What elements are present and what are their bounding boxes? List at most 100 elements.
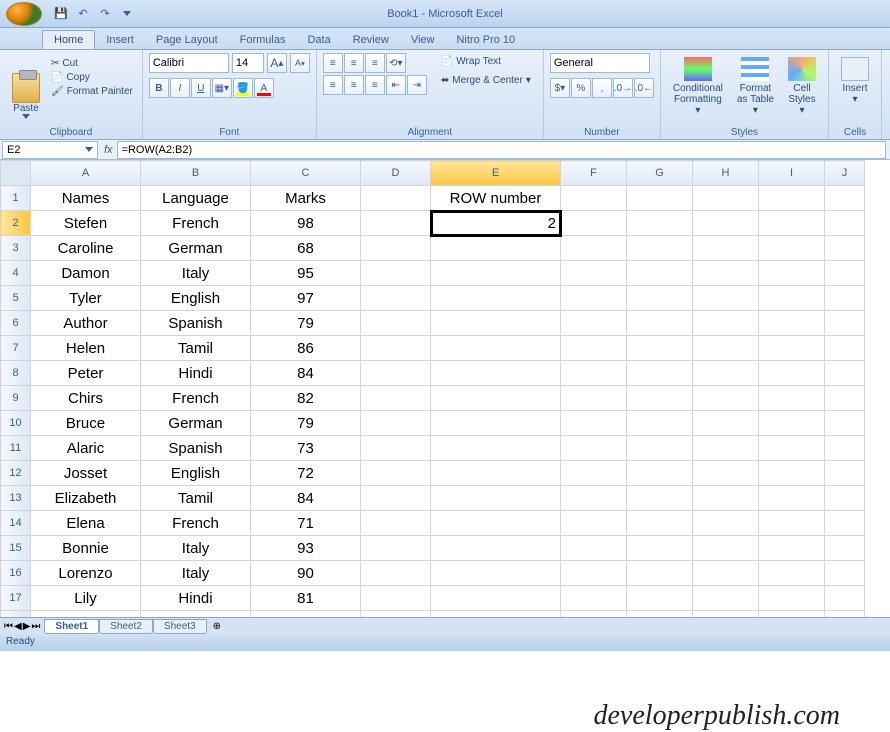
cell-F16[interactable] [561, 561, 627, 586]
conditional-formatting-button[interactable]: Conditional Formatting▾ [667, 53, 729, 138]
cell-J6[interactable] [825, 311, 865, 336]
cell-G8[interactable] [627, 361, 693, 386]
cell-D11[interactable] [361, 436, 431, 461]
cell-E16[interactable] [431, 561, 561, 586]
cell-A15[interactable]: Bonnie [31, 536, 141, 561]
cell-C1[interactable]: Marks [251, 186, 361, 211]
cell-D10[interactable] [361, 411, 431, 436]
cell-G5[interactable] [627, 286, 693, 311]
format-painter-button[interactable]: 🖌 Format Painter [48, 85, 136, 98]
tab-home[interactable]: Home [42, 30, 95, 49]
next-sheet-button[interactable]: ▶ [23, 621, 31, 632]
cell-C2[interactable]: 98 [251, 211, 361, 236]
new-sheet-button[interactable]: ⊕ [207, 621, 227, 632]
sheet-tab-sheet1[interactable]: Sheet1 [44, 619, 99, 634]
cell-J10[interactable] [825, 411, 865, 436]
cell-C12[interactable]: 72 [251, 461, 361, 486]
column-header-J[interactable]: J [825, 161, 865, 186]
cell-C11[interactable]: 73 [251, 436, 361, 461]
align-left-button[interactable]: ≡ [323, 75, 343, 95]
cell-C14[interactable]: 71 [251, 511, 361, 536]
cell-F2[interactable] [561, 211, 627, 236]
tab-nitro-pro-10[interactable]: Nitro Pro 10 [445, 31, 526, 49]
cell-J5[interactable] [825, 286, 865, 311]
row-header-13[interactable]: 13 [1, 486, 31, 511]
cell-E5[interactable] [431, 286, 561, 311]
bold-button[interactable]: B [149, 78, 169, 98]
cell-H8[interactable] [693, 361, 759, 386]
cell-B10[interactable]: German [141, 411, 251, 436]
cell-J17[interactable] [825, 586, 865, 611]
cell-H6[interactable] [693, 311, 759, 336]
cell-I7[interactable] [759, 336, 825, 361]
cell-F10[interactable] [561, 411, 627, 436]
cell-G10[interactable] [627, 411, 693, 436]
cell-A11[interactable]: Alaric [31, 436, 141, 461]
column-header-F[interactable]: F [561, 161, 627, 186]
cell-D3[interactable] [361, 236, 431, 261]
cell-D4[interactable] [361, 261, 431, 286]
cell-G4[interactable] [627, 261, 693, 286]
cell-G2[interactable] [627, 211, 693, 236]
cell-B2[interactable]: French [141, 211, 251, 236]
align-middle-button[interactable]: ≡ [344, 53, 364, 73]
font-name-select[interactable] [149, 53, 229, 73]
cell-F1[interactable] [561, 186, 627, 211]
cell-G3[interactable] [627, 236, 693, 261]
cell-I2[interactable] [759, 211, 825, 236]
column-header-B[interactable]: B [141, 161, 251, 186]
formula-bar[interactable]: =ROW(A2:B2) [117, 141, 886, 159]
cell-E4[interactable] [431, 261, 561, 286]
cell-I9[interactable] [759, 386, 825, 411]
cell-C7[interactable]: 86 [251, 336, 361, 361]
row-header-16[interactable]: 16 [1, 561, 31, 586]
cell-A3[interactable]: Caroline [31, 236, 141, 261]
cell-F17[interactable] [561, 586, 627, 611]
underline-button[interactable]: U [191, 78, 211, 98]
cell-C6[interactable]: 79 [251, 311, 361, 336]
align-center-button[interactable]: ≡ [344, 75, 364, 95]
fill-color-button[interactable]: 🪣 [233, 78, 253, 98]
spreadsheet-grid[interactable]: ABCDEFGHIJ1NamesLanguageMarksROW number2… [0, 160, 890, 636]
row-header-9[interactable]: 9 [1, 386, 31, 411]
cell-A9[interactable]: Chirs [31, 386, 141, 411]
grow-font-button[interactable]: A▴ [267, 53, 287, 73]
cell-H7[interactable] [693, 336, 759, 361]
cell-H3[interactable] [693, 236, 759, 261]
cell-H2[interactable] [693, 211, 759, 236]
font-size-select[interactable] [232, 53, 264, 73]
cell-D16[interactable] [361, 561, 431, 586]
cell-F7[interactable] [561, 336, 627, 361]
last-sheet-button[interactable]: ⏭ [31, 621, 40, 632]
cell-G1[interactable] [627, 186, 693, 211]
number-format-select[interactable] [550, 53, 650, 73]
tab-formulas[interactable]: Formulas [229, 31, 297, 49]
cell-J1[interactable] [825, 186, 865, 211]
cell-H10[interactable] [693, 411, 759, 436]
cut-button[interactable]: ✂ Cut [48, 57, 136, 70]
column-header-G[interactable]: G [627, 161, 693, 186]
cell-B13[interactable]: Tamil [141, 486, 251, 511]
row-header-11[interactable]: 11 [1, 436, 31, 461]
cell-I3[interactable] [759, 236, 825, 261]
cell-I10[interactable] [759, 411, 825, 436]
cell-H11[interactable] [693, 436, 759, 461]
format-as-table-button[interactable]: Format as Table▾ [731, 53, 780, 138]
cell-J13[interactable] [825, 486, 865, 511]
select-all-corner[interactable] [1, 161, 31, 186]
cell-D8[interactable] [361, 361, 431, 386]
cell-I6[interactable] [759, 311, 825, 336]
cell-D12[interactable] [361, 461, 431, 486]
column-header-A[interactable]: A [31, 161, 141, 186]
italic-button[interactable]: I [170, 78, 190, 98]
cell-A13[interactable]: Elizabeth [31, 486, 141, 511]
cell-B12[interactable]: English [141, 461, 251, 486]
cell-E1[interactable]: ROW number [431, 186, 561, 211]
cell-D2[interactable] [361, 211, 431, 236]
column-header-I[interactable]: I [759, 161, 825, 186]
cell-A17[interactable]: Lily [31, 586, 141, 611]
tab-page-layout[interactable]: Page Layout [145, 31, 229, 49]
row-header-3[interactable]: 3 [1, 236, 31, 261]
cell-B17[interactable]: Hindi [141, 586, 251, 611]
save-icon[interactable]: 💾 [52, 5, 70, 23]
